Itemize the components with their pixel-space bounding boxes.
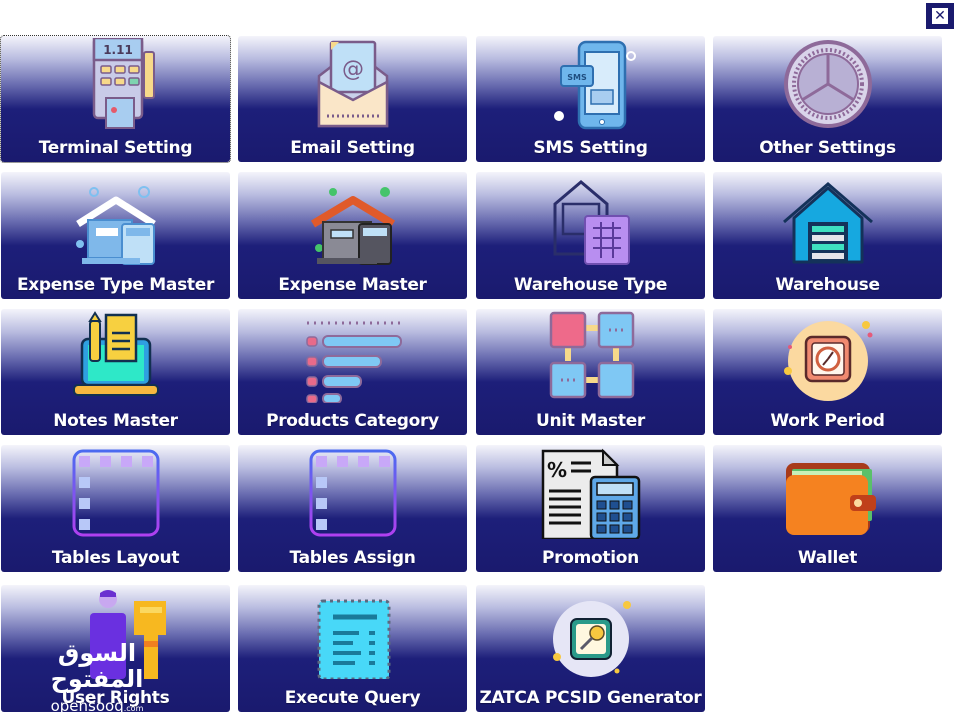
tile-unit-master[interactable]: Unit Master — [476, 309, 705, 435]
table-grid-icon — [72, 449, 159, 537]
tile-label: SMS Setting — [533, 138, 648, 158]
clock-icon — [783, 321, 872, 401]
svg-text:@: @ — [342, 57, 364, 82]
house-calculator-icon — [75, 186, 156, 265]
svg-text:1.11: 1.11 — [103, 43, 133, 57]
house-calculator-icon — [310, 187, 395, 265]
tile-label: User Rights — [61, 688, 170, 708]
tile-label: Notes Master — [53, 411, 178, 431]
table-grid-icon — [309, 449, 396, 537]
warehouse-pallet-icon — [553, 180, 630, 265]
unit-blocks-icon — [549, 311, 634, 399]
tile-label: Work Period — [770, 411, 885, 431]
tile-label: Expense Master — [278, 275, 427, 295]
svg-text:SMS: SMS — [567, 73, 587, 82]
tile-label: Unit Master — [535, 411, 646, 431]
svg-text:%: % — [546, 458, 566, 482]
tile-products-category[interactable]: Products Category — [238, 309, 467, 435]
tile-expense-master[interactable]: Expense Master — [238, 172, 467, 299]
tile-label: Tables Assign — [289, 548, 416, 568]
tile-label: Products Category — [266, 411, 439, 431]
tile-label: Promotion — [542, 548, 639, 568]
warehouse-icon — [782, 182, 873, 264]
tile-zatca-pcsid-generator[interactable]: ZATCA PCSID Generator — [476, 585, 705, 712]
tile-wallet[interactable]: Wallet — [713, 445, 942, 572]
category-list-icon — [305, 321, 402, 403]
tile-label: ZATCA PCSID Generator — [479, 688, 702, 708]
tile-warehouse[interactable]: Warehouse — [713, 172, 942, 299]
tile-label: Tables Layout — [51, 548, 180, 568]
tile-promotion[interactable]: % Promotion — [476, 445, 705, 572]
tile-label: Warehouse — [775, 275, 880, 295]
tile-other-settings[interactable]: Other Settings — [713, 36, 942, 162]
promotion-calculator-icon: % — [541, 448, 640, 539]
tile-execute-query[interactable]: Execute Query — [238, 585, 467, 712]
tile-label: Other Settings — [759, 138, 896, 158]
tile-notes-master[interactable]: Notes Master — [1, 309, 230, 435]
email-envelope-icon: @ — [317, 40, 388, 128]
payment-terminal-icon: 1.11 — [92, 38, 155, 129]
tile-label: Warehouse Type — [513, 275, 668, 295]
tile-work-period[interactable]: Work Period — [713, 309, 942, 435]
tile-label: Execute Query — [284, 688, 421, 708]
tile-label: Wallet — [797, 548, 858, 568]
gear-icon — [783, 40, 872, 128]
tile-user-rights[interactable]: User Rights — [1, 585, 230, 712]
tile-label: Expense Type Master — [16, 275, 215, 295]
tile-label: Email Setting — [290, 138, 415, 158]
tile-terminal-setting[interactable]: 1.11 Terminal Setting — [0, 35, 231, 163]
tile-expense-type-master[interactable]: Expense Type Master — [1, 172, 230, 299]
close-button[interactable]: ✕ — [926, 3, 954, 29]
key-icon — [552, 601, 631, 677]
tile-label: Terminal Setting — [38, 138, 193, 158]
close-icon: ✕ — [932, 8, 948, 24]
tile-tables-layout[interactable]: Tables Layout — [1, 445, 230, 572]
query-document-icon — [317, 599, 390, 679]
sms-phone-icon: SMS — [553, 40, 636, 130]
tile-warehouse-type[interactable]: Warehouse Type — [476, 172, 705, 299]
wallet-icon — [785, 463, 876, 535]
tile-email-setting[interactable]: @ Email Setting — [238, 36, 467, 162]
tile-sms-setting[interactable]: SMS SMS Setting — [476, 36, 705, 162]
user-key-icon — [89, 590, 166, 679]
tile-tables-assign[interactable]: Tables Assign — [238, 445, 467, 572]
laptop-notes-icon — [72, 311, 159, 396]
